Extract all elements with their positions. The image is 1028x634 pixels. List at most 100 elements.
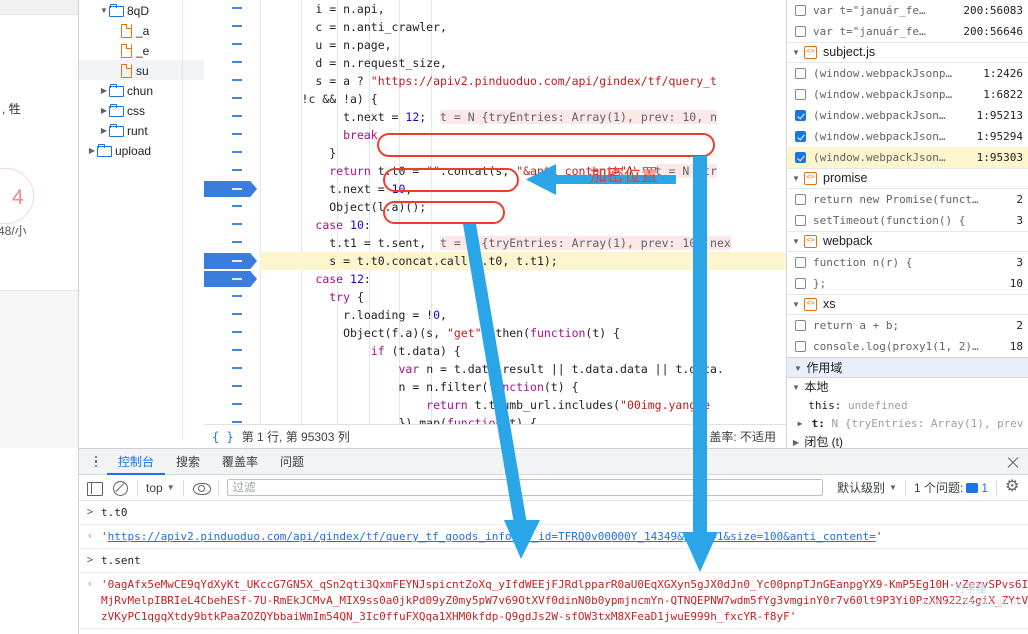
- gutter-line[interactable]: [204, 270, 260, 288]
- code-line[interactable]: c = n.anti_crawler,: [260, 18, 786, 36]
- breakpoint-row[interactable]: return a + b; 2: [787, 315, 1028, 336]
- gutter-line[interactable]: [204, 198, 260, 216]
- gutter-line[interactable]: [204, 288, 260, 306]
- code-line[interactable]: if (t.data) {: [260, 342, 786, 360]
- breakpoint-row[interactable]: var t="január_fe… 200:56646: [787, 21, 1028, 42]
- debugger-sidebar[interactable]: var t="január_fe… 200:56083 var t="január_…: [786, 0, 1028, 448]
- execution-context-select[interactable]: top ▼: [146, 481, 175, 495]
- code-line[interactable]: case 12:: [260, 270, 786, 288]
- file-tree-row[interactable]: css: [79, 100, 204, 120]
- console-sidebar-icon[interactable]: [85, 479, 103, 497]
- chevron-down-icon[interactable]: [791, 42, 801, 63]
- gutter-line[interactable]: [204, 108, 260, 126]
- breakpoint-checkbox[interactable]: [795, 278, 806, 289]
- gutter-line[interactable]: [204, 216, 260, 234]
- code-line[interactable]: !c && !a) {: [260, 90, 786, 108]
- breakpoint-marker[interactable]: [204, 271, 257, 287]
- breakpoint-row[interactable]: var t="január_fe… 200:56083: [787, 0, 1028, 21]
- gutter-line[interactable]: [204, 378, 260, 396]
- breakpoint-checkbox[interactable]: [795, 68, 806, 79]
- file-tree-row[interactable]: 8qD: [79, 0, 204, 20]
- breakpoint-checkbox[interactable]: [795, 194, 806, 205]
- code-line[interactable]: u = n.page,: [260, 36, 786, 54]
- scope-section-header[interactable]: 作用域: [787, 357, 1028, 378]
- gutter-line[interactable]: [204, 162, 260, 180]
- breakpoint-checkbox[interactable]: [795, 341, 806, 352]
- console-input-row[interactable]: > t.t0: [79, 501, 1028, 525]
- code-line[interactable]: i = n.api,: [260, 0, 786, 18]
- gutter-line[interactable]: [204, 234, 260, 252]
- console-result-link[interactable]: https://apiv2.pinduoduo.com/api/gindex/t…: [108, 530, 876, 543]
- breakpoint-checkbox[interactable]: [795, 257, 806, 268]
- code-line[interactable]: r.loading = !0,: [260, 306, 786, 324]
- drawer-tab-bar[interactable]: 控制台 搜索 覆盖率 问题: [79, 449, 1028, 475]
- code-line[interactable]: case 10:: [260, 216, 786, 234]
- code-line[interactable]: return t.thumb_url.includes("00img.yangk…: [260, 396, 786, 414]
- breakpoint-row[interactable]: console.log(proxy1(1, 2)… 18: [787, 336, 1028, 357]
- breakpoint-marker[interactable]: [204, 253, 257, 269]
- gutter-line[interactable]: [204, 90, 260, 108]
- breakpoint-row[interactable]: }; 10: [787, 273, 1028, 294]
- breakpoint-group-header[interactable]: webpack: [787, 231, 1028, 252]
- scope-variable-row[interactable]: t: N {tryEntries: Array(1), prev: [787, 415, 1028, 433]
- breakpoint-checkbox[interactable]: [795, 152, 806, 163]
- file-tree-row[interactable]: _a: [79, 20, 204, 40]
- breakpoint-checkbox[interactable]: [795, 131, 806, 142]
- gutter-line[interactable]: [204, 324, 260, 342]
- log-level-select[interactable]: 默认级别 ▼: [837, 479, 897, 496]
- file-tree-row[interactable]: upload: [79, 140, 204, 160]
- gutter-line[interactable]: [204, 72, 260, 90]
- chevron-down-icon[interactable]: [791, 231, 801, 252]
- code-line[interactable]: }: [260, 144, 786, 162]
- console-result-row[interactable]: ‹ '0agAfx5eMwCE9qYdXyKt_UKccG7GN5X_qSn2qt…: [79, 573, 1028, 629]
- more-options-icon[interactable]: [85, 449, 107, 475]
- breakpoint-checkbox[interactable]: [795, 215, 806, 226]
- drawer-tab[interactable]: 搜索: [165, 449, 211, 475]
- gutter-line[interactable]: [204, 252, 260, 270]
- gutter-line[interactable]: [204, 54, 260, 72]
- gutter-line[interactable]: [204, 36, 260, 54]
- breakpoint-checkbox[interactable]: [795, 110, 806, 121]
- gutter-line[interactable]: [204, 180, 260, 198]
- scope-local-header[interactable]: 本地: [787, 378, 1028, 397]
- breakpoint-checkbox[interactable]: [795, 320, 806, 331]
- console-output[interactable]: > t.t0 ‹ 'https://apiv2.pinduoduo.com/api/g…: [79, 501, 1028, 633]
- gutter-line[interactable]: [204, 18, 260, 36]
- console-filter-input[interactable]: 过滤: [226, 479, 824, 496]
- code-line[interactable]: break: [260, 126, 786, 144]
- code-line[interactable]: try {: [260, 288, 786, 306]
- issues-badge[interactable]: 1 个问题: 1: [914, 479, 988, 496]
- code-line[interactable]: return t.t0 = "".concat(s, "&anti_conten…: [260, 162, 786, 180]
- drawer-tab[interactable]: 覆盖率: [211, 449, 269, 475]
- file-tree-row[interactable]: chun: [79, 80, 204, 100]
- scope-variable-row[interactable]: this: undefined: [787, 397, 1028, 415]
- close-icon[interactable]: [1005, 454, 1021, 470]
- breakpoint-group-header[interactable]: xs: [787, 294, 1028, 315]
- gutter-line[interactable]: [204, 306, 260, 324]
- chevron-down-icon[interactable]: [99, 1, 109, 21]
- file-navigator-tree[interactable]: 8qD _a _esu chun css runt upload: [79, 0, 204, 440]
- chevron-right-icon[interactable]: [99, 121, 109, 141]
- code-line[interactable]: Object(l.a)();: [260, 198, 786, 216]
- gutter-line[interactable]: [204, 360, 260, 378]
- code-line[interactable]: n = n.filter(function(t) {: [260, 378, 786, 396]
- pretty-print-icon[interactable]: { }: [212, 430, 234, 444]
- breakpoint-group-header[interactable]: promise: [787, 168, 1028, 189]
- chevron-right-icon[interactable]: [99, 81, 109, 101]
- console-result-row[interactable]: ‹ 'https://apiv2.pinduoduo.com/api/gindex…: [79, 525, 1028, 549]
- scope-closure-header[interactable]: 闭包 (t): [787, 433, 1028, 448]
- console-toolbar[interactable]: top ▼ 过滤 默认级别 ▼ 1 个问题: 1: [79, 475, 1028, 501]
- file-tree-row[interactable]: runt: [79, 120, 204, 140]
- code-line[interactable]: t.next = 12; t = N {tryEntries: Array(1)…: [260, 108, 786, 126]
- chevron-down-icon[interactable]: [793, 358, 803, 379]
- chevron-right-icon[interactable]: [795, 415, 805, 433]
- breakpoint-row[interactable]: setTimeout(function() {3: [787, 210, 1028, 231]
- breakpoint-row[interactable]: return new Promise(funct… 2: [787, 189, 1028, 210]
- code-line[interactable]: d = n.request_size,: [260, 54, 786, 72]
- code-line[interactable]: s = a ? "https://apiv2.pinduoduo.com/api…: [260, 72, 786, 90]
- breakpoint-marker[interactable]: [204, 181, 257, 197]
- gutter-line[interactable]: [204, 126, 260, 144]
- breakpoint-row[interactable]: (window.webpackJson… 1:95303: [787, 147, 1028, 168]
- code-line[interactable]: Object(f.a)(s, "get").then(function(t) {: [260, 324, 786, 342]
- gutter-line[interactable]: [204, 144, 260, 162]
